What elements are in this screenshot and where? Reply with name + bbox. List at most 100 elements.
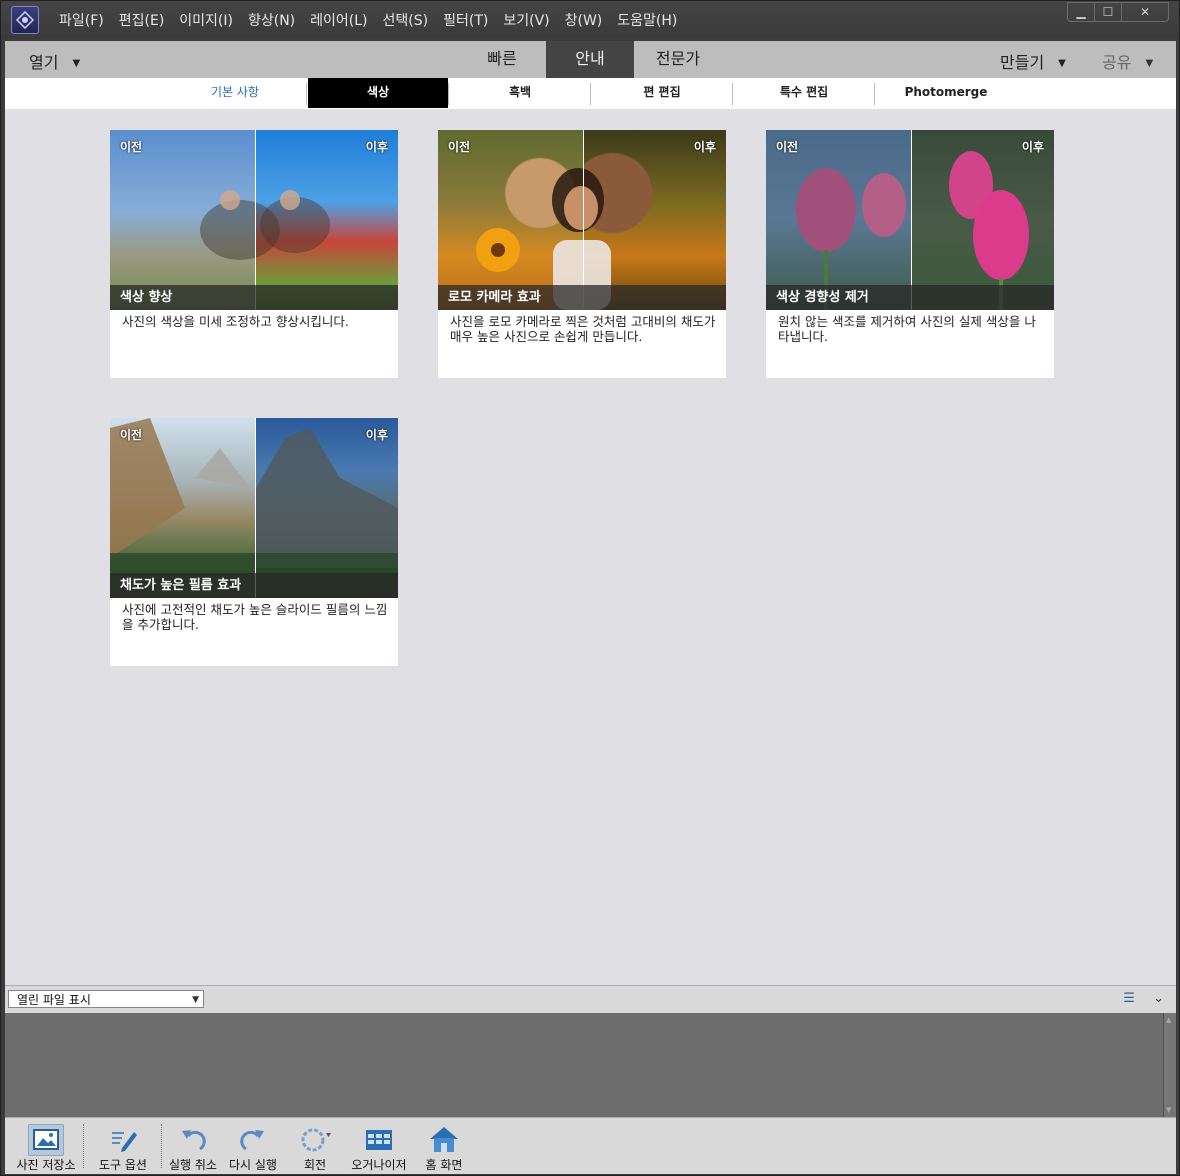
subtab-photomerge[interactable]: Photomerge — [876, 78, 1016, 108]
before-after-thumbnail: 이전 이후 로모 카메라 효과 — [438, 130, 726, 310]
create-label: 만들기 — [1000, 53, 1045, 72]
main-menu: 파일(F) 편집(E) 이미지(I) 향상(N) 레이어(L) 선택(S) 필터… — [59, 10, 692, 30]
card-title: 채도가 높은 필름 효과 — [110, 573, 398, 598]
organizer-button[interactable]: 오거나이저 — [347, 1118, 411, 1174]
tool-options-button[interactable]: 도구 옵션 — [89, 1118, 157, 1174]
card-title: 색상 경향성 제거 — [766, 285, 1054, 310]
close-button[interactable]: ✕ — [1121, 3, 1168, 21]
tab-divider — [306, 83, 307, 105]
organizer-icon — [362, 1124, 396, 1154]
subtab-color[interactable]: 색상 — [308, 78, 448, 108]
scroll-down-icon[interactable]: ▼ — [1166, 1106, 1171, 1114]
bin-scrollbar[interactable]: ▲ ▼ — [1163, 1013, 1176, 1117]
tab-divider — [448, 83, 449, 105]
card-title: 로모 카메라 효과 — [438, 285, 726, 310]
before-label: 이전 — [776, 140, 799, 154]
undo-icon — [176, 1124, 210, 1154]
bin-source-value: 열린 파일 표시 — [17, 993, 91, 1007]
after-label: 이후 — [693, 140, 716, 154]
menu-bar: 파일(F) 편집(E) 이미지(I) 향상(N) 레이어(L) 선택(S) 필터… — [1, 1, 1179, 39]
home-screen-label: 홈 화면 — [425, 1158, 463, 1172]
scroll-up-icon[interactable]: ▲ — [1166, 1016, 1171, 1024]
maximize-button[interactable]: ☐ — [1094, 3, 1121, 21]
tab-divider — [732, 83, 733, 105]
after-label: 이후 — [365, 140, 388, 154]
menu-select[interactable]: 선택(S) — [383, 10, 429, 30]
rotate-icon — [298, 1124, 332, 1154]
bin-menu-icon[interactable]: ☰ — [1123, 991, 1135, 1006]
menu-view[interactable]: 보기(V) — [503, 10, 549, 30]
mode-bar: 열기 ▼ 빠른 안내 전문가 만들기 ▼ 공유 ▼ — [5, 41, 1176, 78]
photo-bin-header: 열린 파일 표시 ▼ ☰ ⌄ — [5, 985, 1176, 1014]
menu-layer[interactable]: 레이어(L) — [310, 10, 367, 30]
menu-edit[interactable]: 편집(E) — [119, 10, 165, 30]
mode-tabs: 빠른 안내 전문가 — [458, 41, 722, 78]
card-saturated-film-effect[interactable]: 이전 이후 채도가 높은 필름 효과 사진에 고전적인 채도가 높은 슬라이드 … — [110, 418, 398, 666]
card-remove-color-cast[interactable]: 이전 이후 색상 경향성 제거 원치 않는 색조를 제거하여 사진의 실제 색상… — [766, 130, 1054, 378]
guided-content-area: 이전 이후 색상 향상 사진의 색상을 미세 조정하고 향상시킵니다. 이전 이… — [5, 109, 1176, 985]
chevron-down-icon: ▼ — [72, 58, 81, 69]
collapse-chevron-icon[interactable]: ⌄ — [1153, 991, 1164, 1006]
subtab-fun-edits[interactable]: 편 편집 — [592, 78, 732, 108]
tool-options-label: 도구 옵션 — [99, 1158, 147, 1172]
tab-guided[interactable]: 안내 — [546, 41, 634, 78]
tab-quick[interactable]: 빠른 — [458, 41, 546, 78]
photo-bin-area[interactable]: ▲ ▼ — [5, 1013, 1176, 1117]
card-lomo-camera-effect[interactable]: 이전 이후 로모 카메라 효과 사진을 로모 카메라로 찍은 것처럼 고대비의 … — [438, 130, 726, 378]
menu-window[interactable]: 창(W) — [565, 10, 603, 30]
tool-options-icon — [106, 1124, 140, 1154]
subtab-special-edits[interactable]: 특수 편집 — [734, 78, 874, 108]
menu-file[interactable]: 파일(F) — [59, 10, 104, 30]
share-label: 공유 — [1102, 53, 1132, 72]
share-button[interactable]: 공유 ▼ — [1102, 49, 1153, 73]
open-button[interactable]: 열기 ▼ — [29, 49, 80, 73]
menu-help[interactable]: 도움말(H) — [617, 10, 677, 30]
card-description: 원치 않는 색조를 제거하여 사진의 실제 색상을 나타냅니다. — [778, 314, 1036, 344]
card-enhance-colors[interactable]: 이전 이후 색상 향상 사진의 색상을 미세 조정하고 향상시킵니다. — [110, 130, 398, 378]
subtab-basics[interactable]: 기본 사항 — [165, 78, 305, 108]
create-button[interactable]: 만들기 ▼ — [1000, 49, 1066, 73]
mountain-valley-icon — [110, 418, 398, 598]
guided-category-tabs: 기본 사항 색상 흑백 편 편집 특수 편집 Photomerge — [5, 78, 1176, 110]
photo-bin-button[interactable]: 사진 저장소 — [9, 1118, 83, 1174]
dropdown-arrow-icon: ▼ — [192, 995, 199, 1005]
chevron-down-icon: ▼ — [1145, 58, 1154, 69]
before-label: 이전 — [448, 140, 471, 154]
photo-bin-label: 사진 저장소 — [16, 1158, 76, 1172]
before-after-thumbnail: 이전 이후 색상 향상 — [110, 130, 398, 310]
home-screen-button[interactable]: 홈 화면 — [413, 1118, 475, 1174]
editor-window: 파일(F) 편집(E) 이미지(I) 향상(N) 레이어(L) 선택(S) 필터… — [0, 0, 1180, 1176]
before-label: 이전 — [120, 428, 143, 442]
redo-button[interactable]: 다시 실행 — [223, 1118, 283, 1174]
menu-image[interactable]: 이미지(I) — [179, 10, 233, 30]
tab-expert[interactable]: 전문가 — [634, 41, 722, 78]
before-label: 이전 — [120, 140, 143, 154]
people-silhouette-icon — [200, 190, 330, 260]
redo-icon — [236, 1124, 270, 1154]
rotate-label: 회전 — [303, 1158, 327, 1172]
photo-bin-icon — [28, 1124, 64, 1156]
redo-label: 다시 실행 — [229, 1158, 277, 1172]
bin-controls: ☰ ⌄ — [1109, 991, 1164, 1006]
card-description: 사진에 고전적인 채도가 높은 슬라이드 필름의 느낌을 추가합니다. — [122, 602, 388, 632]
app-logo-icon[interactable] — [11, 6, 39, 34]
undo-label: 실행 취소 — [169, 1158, 217, 1172]
after-label: 이후 — [1021, 140, 1044, 154]
undo-button[interactable]: 실행 취소 — [163, 1118, 223, 1174]
girl-portrait-icon — [476, 168, 611, 310]
before-after-thumbnail: 이전 이후 채도가 높은 필름 효과 — [110, 418, 398, 598]
window-controls: ▁ ☐ ✕ — [1067, 2, 1169, 22]
before-after-thumbnail: 이전 이후 색상 경향성 제거 — [766, 130, 1054, 310]
card-description: 사진의 색상을 미세 조정하고 향상시킵니다. — [122, 314, 349, 329]
rotate-button[interactable]: 회전 — [285, 1118, 345, 1174]
bin-source-select[interactable]: 열린 파일 표시 ▼ — [8, 990, 204, 1008]
minimize-button[interactable]: ▁ — [1068, 3, 1094, 21]
subtab-black-white[interactable]: 흑백 — [450, 78, 590, 108]
bottom-toolbar: 사진 저장소 도구 옵션 실행 취소 다시 실행 회전 오거나이저 홈 화면 — [5, 1117, 1176, 1174]
menu-filter[interactable]: 필터(T) — [443, 10, 488, 30]
organizer-label: 오거나이저 — [351, 1158, 407, 1172]
tulips-icon — [796, 151, 1029, 310]
after-label: 이후 — [365, 428, 388, 442]
menu-enhance[interactable]: 향상(N) — [248, 10, 295, 30]
tab-divider — [590, 83, 591, 105]
